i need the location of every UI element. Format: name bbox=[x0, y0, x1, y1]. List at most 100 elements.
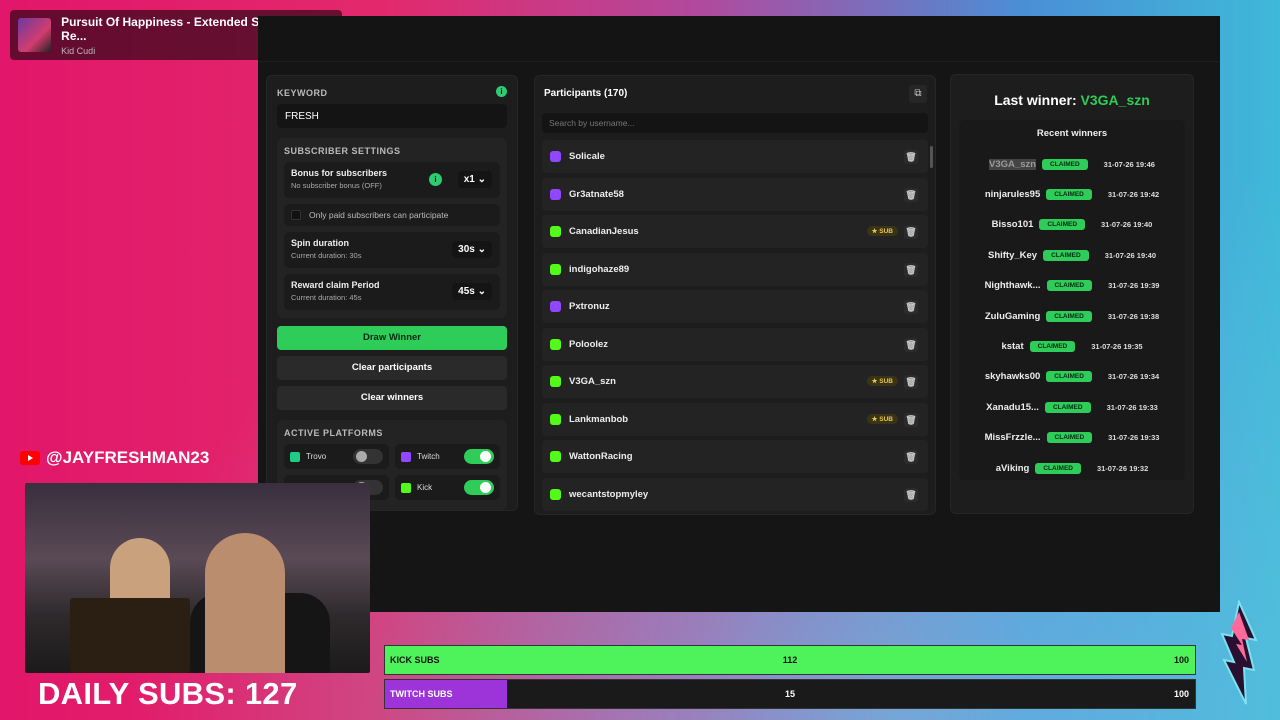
participant-name: V3GA_szn bbox=[569, 376, 616, 387]
trash-icon[interactable]: 🗑 bbox=[904, 150, 918, 164]
winners-panel: Last winner: V3GA_szn Recent winners V3G… bbox=[950, 74, 1194, 514]
info-icon[interactable]: i bbox=[429, 173, 442, 186]
winner-date: 31-07-26 19:40 bbox=[1101, 220, 1153, 230]
claim-row: Reward claim Period Current duration: 45… bbox=[284, 274, 500, 310]
participant-name: CanadianJesus bbox=[569, 226, 639, 237]
bar-value: 112 bbox=[782, 655, 798, 665]
platform-icon bbox=[290, 451, 300, 462]
claim-select[interactable]: 45s ⌄ bbox=[452, 283, 492, 300]
album-art bbox=[18, 18, 52, 52]
claimed-badge: CLAIMED bbox=[1039, 219, 1086, 231]
participant-list: Solicale 🗑 Gr3atnate58 🗑 CanadianJesus ★ SUB 🗑… bbox=[542, 140, 928, 511]
winner-name: V3GA_szn bbox=[989, 158, 1037, 170]
platform-icon bbox=[401, 482, 411, 493]
only-paid-label: Only paid subscribers can participate bbox=[309, 210, 449, 220]
active-platforms-label: ACTIVE PLATFORMS bbox=[284, 428, 383, 438]
channel-logo bbox=[1220, 600, 1258, 705]
participant-scrollbar[interactable] bbox=[930, 146, 933, 168]
participant-name: Gr3atnate58 bbox=[569, 188, 624, 200]
draw-winner-button[interactable]: Draw Winner bbox=[277, 326, 507, 350]
platform-item: Trovo bbox=[284, 444, 389, 469]
participant-name: Solicale bbox=[569, 151, 605, 162]
keyword-label: KEYWORD bbox=[277, 88, 328, 98]
only-paid-row[interactable]: Only paid subscribers can participate bbox=[284, 204, 500, 226]
participant-name: indigohaze89 bbox=[569, 263, 630, 275]
spin-select[interactable]: 30s ⌄ bbox=[452, 241, 492, 258]
clear-participants-button[interactable]: Clear participants bbox=[277, 356, 507, 380]
kick-subs-bar: KICK SUBS 112 100 bbox=[384, 645, 1196, 675]
winner-date: 31-07-26 19:32 bbox=[1096, 463, 1149, 473]
only-paid-checkbox[interactable] bbox=[291, 210, 301, 220]
participants-panel: Participants (170) ⧉ Search by username.… bbox=[534, 75, 936, 515]
claimed-badge: CLAIMED bbox=[1046, 310, 1092, 322]
social-handle: @JAYFRESHMAN23 bbox=[20, 448, 209, 468]
giveaway-app-window: KEYWORD i FRESH SUBSCRIBER SETTINGS Bonu… bbox=[258, 16, 1220, 612]
copy-icon[interactable]: ⧉ bbox=[909, 85, 927, 103]
participant-row: CanadianJesus ★ SUB 🗑 bbox=[542, 215, 928, 248]
winner-row: V3GA_szn CLAIMED 31-07-26 19:46 bbox=[963, 149, 1181, 179]
winner-row: aViking CLAIMED 31-07-26 19:32 bbox=[963, 453, 1181, 480]
participant-row: Lankmanbob ★ SUB 🗑 bbox=[542, 402, 928, 436]
twitch-subs-bar: TWITCH SUBS 15 100 bbox=[384, 679, 1196, 709]
winner-name: skyhawks00 bbox=[984, 371, 1041, 383]
kick-icon bbox=[550, 226, 561, 237]
last-winner-heading: Last winner: V3GA_szn bbox=[959, 92, 1185, 108]
platform-icon bbox=[401, 451, 411, 462]
winner-row: kstat CLAIMED 31-07-26 19:35 bbox=[963, 331, 1181, 361]
clear-winners-button[interactable]: Clear winners bbox=[277, 386, 507, 410]
winner-date: 31-07-26 19:34 bbox=[1107, 372, 1160, 382]
keyword-input[interactable]: FRESH bbox=[277, 104, 507, 128]
participant-row: V3GA_szn ★ SUB 🗑 bbox=[542, 365, 928, 398]
participant-row: Solicale 🗑 bbox=[542, 140, 928, 173]
subscriber-settings-group: SUBSCRIBER SETTINGS Bonus for subscriber… bbox=[277, 138, 507, 318]
platform-toggle[interactable] bbox=[353, 449, 383, 464]
winner-row: Shifty_Key CLAIMED 31-07-26 19:40 bbox=[963, 240, 1181, 270]
trash-icon[interactable]: 🗑 bbox=[904, 412, 918, 427]
platform-toggle[interactable] bbox=[464, 449, 494, 464]
kick-icon bbox=[550, 263, 561, 275]
participants-title: Participants (170) bbox=[544, 88, 628, 99]
platform-toggle[interactable] bbox=[464, 480, 494, 495]
winner-name: Nighthawk... bbox=[984, 280, 1041, 292]
sub-badge: ★ SUB bbox=[866, 413, 898, 424]
sub-badge: ★ SUB bbox=[866, 226, 898, 236]
trash-icon[interactable]: 🗑 bbox=[904, 487, 918, 502]
winner-row: MissFrzzle... CLAIMED 31-07-26 19:33 bbox=[963, 423, 1181, 453]
bonus-select[interactable]: x1 ⌄ bbox=[457, 171, 492, 188]
claimed-badge: CLAIMED bbox=[1043, 249, 1089, 261]
claimed-badge: CLAIMED bbox=[1029, 341, 1076, 353]
info-icon[interactable]: i bbox=[496, 86, 507, 97]
winner-date: 31-07-26 19:39 bbox=[1108, 281, 1160, 291]
platform-item: Twitch bbox=[395, 444, 500, 469]
recent-winners-box: Recent winners V3GA_szn CLAIMED 31-07-26 1… bbox=[959, 120, 1185, 480]
participant-name: Pxtronuz bbox=[569, 301, 610, 312]
participant-row: indigohaze89 🗑 bbox=[542, 252, 928, 286]
sub-badge: ★ SUB bbox=[866, 376, 898, 386]
trash-icon[interactable]: 🗑 bbox=[904, 262, 918, 277]
participant-name: Lankmanbob bbox=[569, 413, 629, 425]
last-winner-name: V3GA_szn bbox=[1080, 92, 1150, 108]
claimed-badge: CLAIMED bbox=[1046, 371, 1092, 383]
participant-row: WattonRacing 🗑 bbox=[542, 440, 928, 473]
winner-name: Xanadu15... bbox=[986, 401, 1039, 413]
trash-icon[interactable]: 🗑 bbox=[904, 225, 918, 239]
participant-search-input[interactable]: Search by username... bbox=[542, 113, 928, 133]
trash-icon[interactable]: 🗑 bbox=[904, 187, 918, 202]
winner-date: 31-07-26 19:46 bbox=[1103, 159, 1155, 169]
trash-icon[interactable]: 🗑 bbox=[904, 375, 918, 389]
trash-icon[interactable]: 🗑 bbox=[904, 300, 918, 314]
winner-date: 31-07-26 19:42 bbox=[1107, 190, 1160, 200]
bar-max: 100 bbox=[1173, 655, 1189, 665]
trash-icon[interactable]: 🗑 bbox=[904, 337, 918, 352]
trash-icon[interactable]: 🗑 bbox=[904, 450, 918, 464]
winner-name: aViking bbox=[995, 462, 1030, 474]
winner-date: 31-07-26 19:38 bbox=[1107, 311, 1160, 321]
kick-icon bbox=[550, 413, 561, 425]
winner-name: MissFrzzle... bbox=[984, 432, 1041, 444]
recent-winners-title: Recent winners bbox=[1036, 128, 1108, 139]
platform-name: Kick bbox=[417, 483, 433, 492]
winner-date: 31-07-26 19:33 bbox=[1106, 402, 1158, 412]
winner-row: ninjarules95 CLAIMED 31-07-26 19:42 bbox=[963, 179, 1181, 209]
participant-row: wecantstopmyley 🗑 bbox=[542, 477, 928, 511]
participant-name: WattonRacing bbox=[569, 451, 633, 462]
